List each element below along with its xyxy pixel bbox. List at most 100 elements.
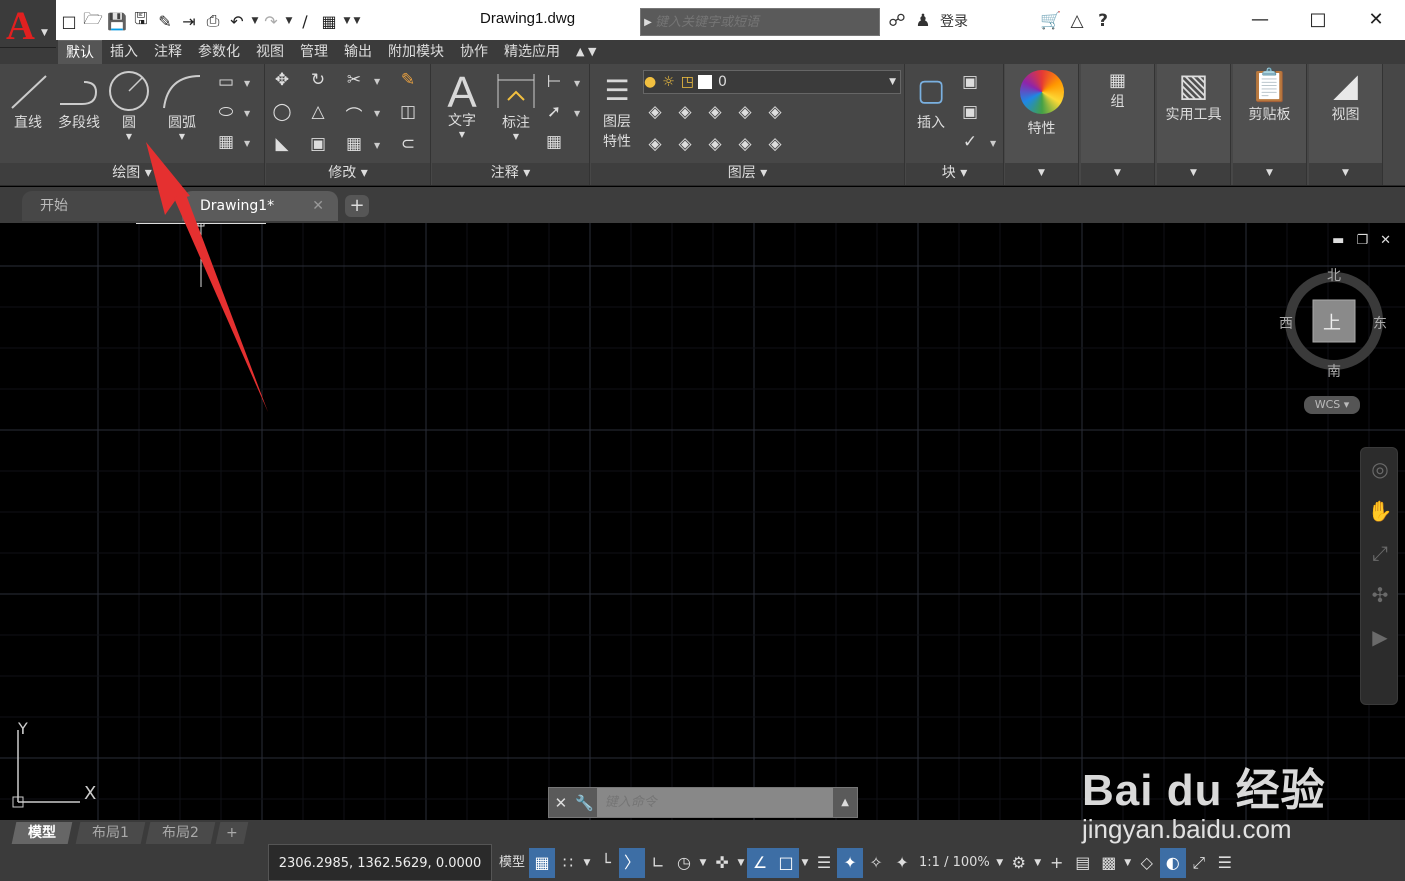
cmd-settings-icon[interactable]: 🔧 <box>573 794 597 812</box>
export-icon[interactable]: ⇥ <box>178 8 200 34</box>
workspace-dropdown-icon[interactable]: ▼ <box>342 16 352 26</box>
panel-annotation-title[interactable]: 注释 ▾ <box>432 163 589 185</box>
polar-tracking-icon[interactable]: ◷ <box>671 848 697 878</box>
search-expand-icon[interactable]: ▶ <box>641 17 655 28</box>
scale-dropdown-icon[interactable]: ▼ <box>994 848 1006 878</box>
steering-wheel-icon[interactable]: ◎ <box>1361 448 1399 490</box>
layer-tool-7-icon[interactable]: ◈ <box>673 134 697 154</box>
polar-dropdown-icon[interactable]: ▼ <box>697 848 709 878</box>
annotation-visibility-icon[interactable]: ✦ <box>837 847 864 878</box>
layer-tool-10-icon[interactable]: ◈ <box>763 134 787 154</box>
layout-tab-layout1[interactable]: 布局1 <box>75 822 146 844</box>
annotation-monitor-icon[interactable]: + <box>1044 848 1070 878</box>
layer-tool-5-icon[interactable]: ◈ <box>763 102 787 122</box>
utilities-expand-icon[interactable]: ▼ <box>1157 163 1230 185</box>
viewcube-west[interactable]: 西 <box>1279 313 1293 333</box>
open-folder-icon[interactable]: 🗁 <box>82 8 104 34</box>
showmotion-icon[interactable]: ▶ <box>1361 616 1399 658</box>
fillet-icon[interactable]: ⌒ <box>342 102 366 127</box>
clipboard-expand-icon[interactable]: ▼ <box>1233 163 1306 185</box>
undo-dropdown-icon[interactable]: ▼ <box>250 16 260 26</box>
login-link[interactable]: 登录 <box>940 11 968 31</box>
cmd-history-icon[interactable]: ▲ <box>833 797 857 808</box>
trim-icon[interactable]: ✂ <box>342 70 366 90</box>
maximize-icon[interactable]: □ <box>1289 0 1347 38</box>
leader-dropdown-icon[interactable]: ▼ <box>574 109 580 118</box>
autodesk-app-icon[interactable]: △ <box>1064 11 1090 31</box>
ortho-icon[interactable]: ∟ <box>645 848 671 878</box>
object-snap-icon[interactable]: □ <box>773 847 800 878</box>
quick-properties-dropdown-icon[interactable]: ▼ <box>1122 848 1134 878</box>
tab-view[interactable]: 视图 <box>248 40 292 64</box>
layer-tool-9-icon[interactable]: ◈ <box>733 134 757 154</box>
linear-dim-icon[interactable]: ⊢ <box>542 72 566 92</box>
panel-layers-title[interactable]: 图层 ▾ <box>591 163 904 185</box>
units-icon[interactable]: ▤ <box>1070 848 1096 878</box>
layer-tool-4-icon[interactable]: ◈ <box>733 102 757 122</box>
quick-properties-icon[interactable]: ▩ <box>1096 848 1122 878</box>
fillet-dropdown-icon[interactable]: ▼ <box>374 109 380 118</box>
circle-button[interactable]: 圆 ▼ <box>106 70 152 141</box>
tab-start[interactable]: 开始 <box>22 191 182 221</box>
layer-tool-6-icon[interactable]: ◈ <box>643 134 667 154</box>
stretch-icon[interactable]: ◣ <box>270 134 294 154</box>
text-dropdown-icon[interactable]: ▼ <box>440 130 484 139</box>
redo-dropdown-icon[interactable]: ▼ <box>284 16 294 26</box>
tab-featured-apps[interactable]: 精选应用 <box>496 40 568 64</box>
layout-tab-model[interactable]: 模型 <box>11 822 73 844</box>
layer-dropdown[interactable]: ● ☼ ◳ 0 ▼ <box>643 70 901 94</box>
annotation-scale-icon[interactable]: ✦ <box>889 848 915 878</box>
erase-icon[interactable]: ✎ <box>396 70 420 90</box>
graphics-performance-icon[interactable]: ◐ <box>1159 847 1186 878</box>
layer-lock-icon[interactable]: ◳ <box>681 74 694 90</box>
grid-icon[interactable]: ▦ <box>529 847 556 878</box>
add-layout-button[interactable]: + <box>215 822 249 844</box>
qat-customize-icon[interactable]: ▼ <box>352 16 362 26</box>
ellipse-dropdown-icon[interactable]: ▼ <box>244 109 250 118</box>
layer-tool-8-icon[interactable]: ◈ <box>703 134 727 154</box>
circle-dropdown-icon[interactable]: ▼ <box>106 132 152 141</box>
panel-utilities[interactable]: ▧ 实用工具 ▼ <box>1157 64 1231 185</box>
layer-dropdown-icon[interactable]: ▼ <box>889 77 896 87</box>
workspace-icon[interactable]: ▦ <box>318 8 340 34</box>
close-icon[interactable]: ✕ <box>1347 0 1405 38</box>
snap-icon[interactable]: ∷ <box>555 848 581 878</box>
layer-freeze-icon[interactable]: ☼ <box>662 74 675 90</box>
orbit-icon[interactable]: ✣ <box>1361 574 1399 616</box>
layer-tool-1-icon[interactable]: ◈ <box>643 102 667 122</box>
new-tab-button[interactable]: + <box>345 195 369 217</box>
save-as-icon[interactable]: 🖫 <box>130 8 152 34</box>
search-box[interactable]: ▶ <box>640 8 880 36</box>
tab-close-icon[interactable]: ✕ <box>312 191 324 221</box>
pan-icon[interactable]: ✋ <box>1361 490 1399 532</box>
tab-output[interactable]: 输出 <box>336 40 380 64</box>
layout-tab-layout2[interactable]: 布局2 <box>145 822 216 844</box>
match-properties-icon[interactable]: ∕ <box>294 8 316 34</box>
annotation-scale-value[interactable]: 1:1 / 100% <box>915 848 994 878</box>
auto-scale-icon[interactable]: ✧ <box>863 848 889 878</box>
panel-block-title[interactable]: 块 ▾ <box>906 163 1003 185</box>
osnap-dropdown-icon[interactable]: ▼ <box>799 848 811 878</box>
trim-dropdown-icon[interactable]: ▼ <box>374 77 380 86</box>
layer-on-icon[interactable]: ● <box>644 74 656 90</box>
zoom-extents-icon[interactable]: ⤢ <box>1361 532 1399 574</box>
leader-icon[interactable]: ➚ <box>542 102 566 122</box>
snap-dropdown-icon[interactable]: ▼ <box>581 848 593 878</box>
tab-home[interactable]: 默认 <box>58 40 102 64</box>
help-icon[interactable]: ? <box>1090 11 1116 31</box>
isodraft-dropdown-icon[interactable]: ▼ <box>735 848 747 878</box>
workspace-gear-icon[interactable]: ⚙ <box>1006 848 1032 878</box>
panel-clipboard[interactable]: 📋 剪贴板 ▼ <box>1233 64 1307 185</box>
panel-groups[interactable]: ▦ 组 ▼ <box>1081 64 1155 185</box>
panel-properties[interactable]: 特性 ▼ <box>1005 64 1079 185</box>
application-menu-button[interactable]: A ▼ <box>0 0 56 48</box>
object-snap-tracking-icon[interactable]: ∠ <box>747 847 774 878</box>
copy-icon[interactable]: ◯ <box>270 102 294 122</box>
print-icon[interactable]: ⎙ <box>202 8 224 34</box>
attribute-icon[interactable]: ✓ <box>958 132 982 152</box>
edit-block-icon[interactable]: ▣ <box>958 102 982 122</box>
redo-icon[interactable]: ↷ <box>260 8 282 34</box>
save-icon[interactable]: 💾 <box>106 8 128 34</box>
table-icon[interactable]: ▦ <box>542 132 566 152</box>
new-file-icon[interactable]: □ <box>58 8 80 34</box>
